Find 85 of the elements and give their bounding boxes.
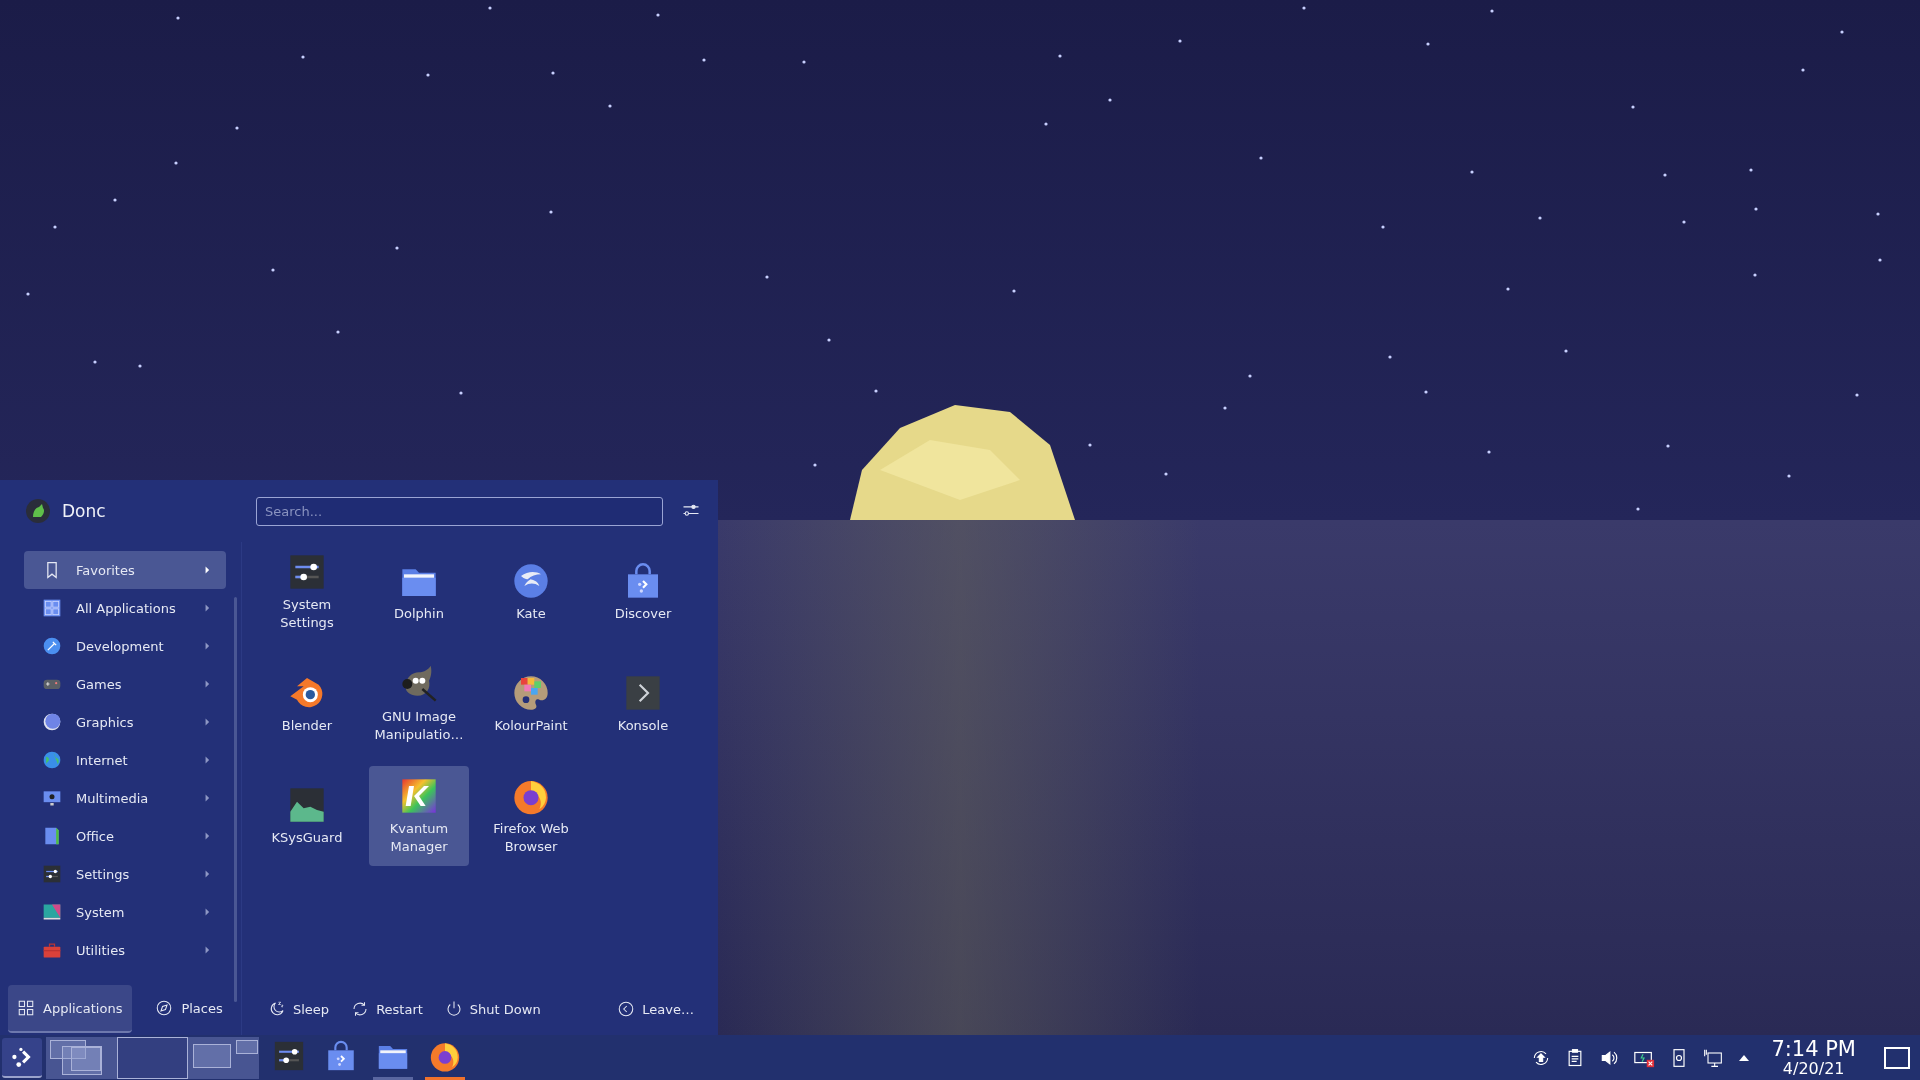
app-tile[interactable]: System Settings — [257, 542, 357, 642]
app-tile[interactable]: Firefox Web Browser — [481, 766, 581, 866]
app-label: Kvantum Manager — [388, 820, 450, 856]
app-tile[interactable]: Blender — [257, 654, 357, 754]
sliders-icon — [42, 864, 62, 884]
category-label: System — [76, 904, 126, 920]
show-desktop-button[interactable] — [1884, 1046, 1910, 1069]
bird-icon — [511, 561, 551, 601]
app-label: System Settings — [279, 596, 335, 632]
avatar-icon — [26, 499, 50, 523]
chevron-left-circle-icon — [617, 1000, 636, 1018]
power-icon — [444, 1000, 463, 1018]
app-tile[interactable]: KSysGuard — [257, 766, 357, 866]
app-label: Discover — [614, 605, 672, 623]
category-label: Office — [76, 828, 115, 844]
circle-icon — [42, 712, 62, 732]
category-label: Settings — [76, 866, 131, 882]
app-tile[interactable]: Kate — [481, 542, 581, 642]
category-label: Games — [76, 676, 123, 692]
kv-logo-icon — [399, 776, 439, 816]
category-item[interactable]: Internet — [24, 741, 226, 779]
app-label: Konsole — [617, 717, 669, 735]
virtual-desktop[interactable] — [46, 1036, 117, 1079]
category-item[interactable]: Utilities — [24, 931, 226, 969]
category-label: Internet — [76, 752, 129, 768]
category-label: Graphics — [76, 714, 135, 730]
app-tile[interactable]: Discover — [593, 542, 693, 642]
app-label: Firefox Web Browser — [492, 820, 570, 856]
palette-icon — [511, 673, 551, 713]
app-label: KSysGuard — [271, 829, 343, 847]
category-item[interactable]: Office — [24, 817, 226, 855]
search-field[interactable]: Search... — [256, 496, 663, 526]
app-label: KolourPaint — [494, 717, 568, 735]
category-item[interactable]: All Applications — [24, 589, 226, 627]
category-label: All Applications — [76, 600, 177, 616]
app-label: Blender — [281, 717, 333, 735]
category-label: Favorites — [76, 562, 136, 578]
clock[interactable]: 7:14 PM 4/20/21 — [1771, 1038, 1856, 1077]
virtual-desktop[interactable] — [117, 1036, 188, 1079]
clock-date: 4/20/21 — [1782, 1060, 1845, 1077]
sliders-icon — [272, 1039, 306, 1073]
category-label: Utilities — [76, 942, 126, 958]
app-tile[interactable]: Dolphin — [369, 542, 469, 642]
virtual-desktop[interactable] — [188, 1036, 259, 1079]
category-item[interactable]: Favorites — [24, 551, 226, 589]
sliders-icon — [287, 552, 327, 592]
grid-icon — [42, 598, 62, 618]
chart-icon — [287, 785, 327, 825]
view-tab[interactable]: Places — [146, 985, 233, 1033]
category-item[interactable]: Graphics — [24, 703, 226, 741]
grid-icon — [17, 999, 35, 1017]
category-label: Development — [76, 638, 165, 654]
restart-icon — [351, 1000, 370, 1018]
view-tab[interactable]: Applications — [8, 985, 133, 1033]
window-icon — [42, 902, 62, 922]
category-item[interactable]: System — [24, 893, 226, 931]
terminal-icon — [623, 673, 663, 713]
user-name: Donc — [62, 501, 106, 521]
power-action-button[interactable]: Sleep — [262, 996, 336, 1022]
app-label: GNU Image Manipulatio… — [373, 708, 465, 744]
category-label: Multimedia — [76, 790, 150, 806]
app-tile[interactable]: KolourPaint — [481, 654, 581, 754]
power-action-button[interactable]: Shut Down — [438, 996, 547, 1022]
scrollbar[interactable] — [234, 597, 237, 1002]
compass-icon — [155, 999, 174, 1017]
app-tile[interactable]: Konsole — [593, 654, 693, 754]
document-icon — [42, 826, 62, 846]
app-label: Kate — [516, 605, 546, 623]
app-label: Dolphin — [394, 605, 444, 623]
category-item[interactable]: Multimedia — [24, 779, 226, 817]
app-tile[interactable]: Kvantum Manager — [369, 766, 469, 866]
app-tile[interactable]: GNU Image Manipulatio… — [369, 654, 469, 754]
hammer-icon — [42, 636, 62, 656]
category-item[interactable]: Settings — [24, 855, 226, 893]
moon-icon — [268, 1000, 286, 1018]
network-icon — [1703, 1047, 1724, 1068]
clock-time: 7:14 PM — [1771, 1038, 1856, 1060]
power-action-button[interactable]: Restart — [345, 996, 429, 1022]
category-item[interactable]: Development — [24, 627, 226, 665]
monitor-icon — [42, 788, 62, 808]
gimp-mascot-icon — [399, 664, 439, 704]
launcher-button[interactable] — [2, 1037, 42, 1078]
leave-button[interactable]: Leave… — [611, 996, 700, 1022]
globe-icon — [42, 750, 62, 770]
category-item[interactable]: Games — [24, 665, 226, 703]
